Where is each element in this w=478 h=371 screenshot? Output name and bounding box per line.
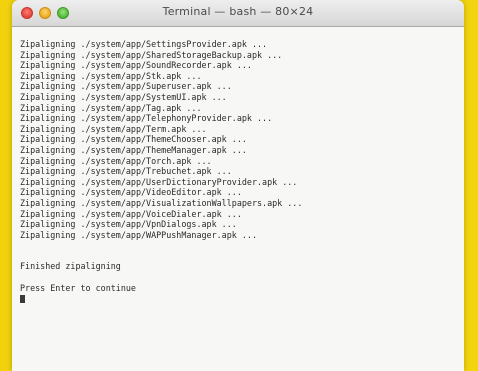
output-line: Zipaligning ./system/app/ThemeManager.ap… — [20, 144, 247, 155]
output-line: Zipaligning ./system/app/VideoEditor.apk… — [20, 187, 242, 198]
text-cursor — [20, 294, 25, 303]
window-title: Terminal — bash — 80×24 — [162, 5, 314, 18]
output-line: Zipaligning ./system/app/VpnDialogs.apk … — [20, 219, 237, 230]
output-line: Zipaligning ./system/app/Term.apk ... — [20, 123, 207, 134]
output-line: Zipaligning ./system/app/TelephonyProvid… — [20, 113, 273, 124]
terminal-window[interactable]: Terminal — bash — 80×24 Zipaligning ./sy… — [12, 0, 464, 371]
output-line: Zipaligning ./system/app/VoiceDialer.apk… — [20, 208, 242, 219]
finished-message: Finished zipaligning — [20, 261, 121, 272]
output-line: Zipaligning ./system/app/Trebuchet.apk .… — [20, 166, 232, 177]
output-line: Zipaligning ./system/app/Tag.apk ... — [20, 102, 202, 113]
output-line: Zipaligning ./system/app/SystemUI.apk ..… — [20, 91, 227, 102]
output-line: Zipaligning ./system/app/Stk.apk ... — [20, 70, 202, 81]
output-line: Zipaligning ./system/app/VisualizationWa… — [20, 197, 303, 208]
output-line: Zipaligning ./system/app/SettingsProvide… — [20, 39, 268, 49]
output-line: Zipaligning ./system/app/SoundRecorder.a… — [20, 60, 252, 71]
title-bar[interactable]: Terminal — bash — 80×24 — [12, 0, 464, 27]
output-line: Zipaligning ./system/app/SharedStorageBa… — [20, 49, 283, 60]
output-line: Zipaligning ./system/app/Torch.apk ... — [20, 155, 212, 166]
cursor-line — [20, 293, 464, 304]
yellow-background: Terminal — bash — 80×24 Zipaligning ./sy… — [0, 0, 478, 371]
terminal-output[interactable]: Zipaligning ./system/app/SettingsProvide… — [12, 27, 464, 371]
output-line: Zipaligning ./system/app/ThemeChooser.ap… — [20, 134, 247, 145]
continue-prompt: Press Enter to continue — [20, 282, 136, 293]
output-lines: Zipaligning ./system/app/SettingsProvide… — [20, 39, 464, 240]
output-line: Zipaligning ./system/app/UserDictionaryP… — [20, 176, 298, 187]
output-line: Zipaligning ./system/app/WAPPushManager.… — [20, 229, 257, 240]
output-line: Zipaligning ./system/app/Superuser.apk .… — [20, 81, 232, 92]
